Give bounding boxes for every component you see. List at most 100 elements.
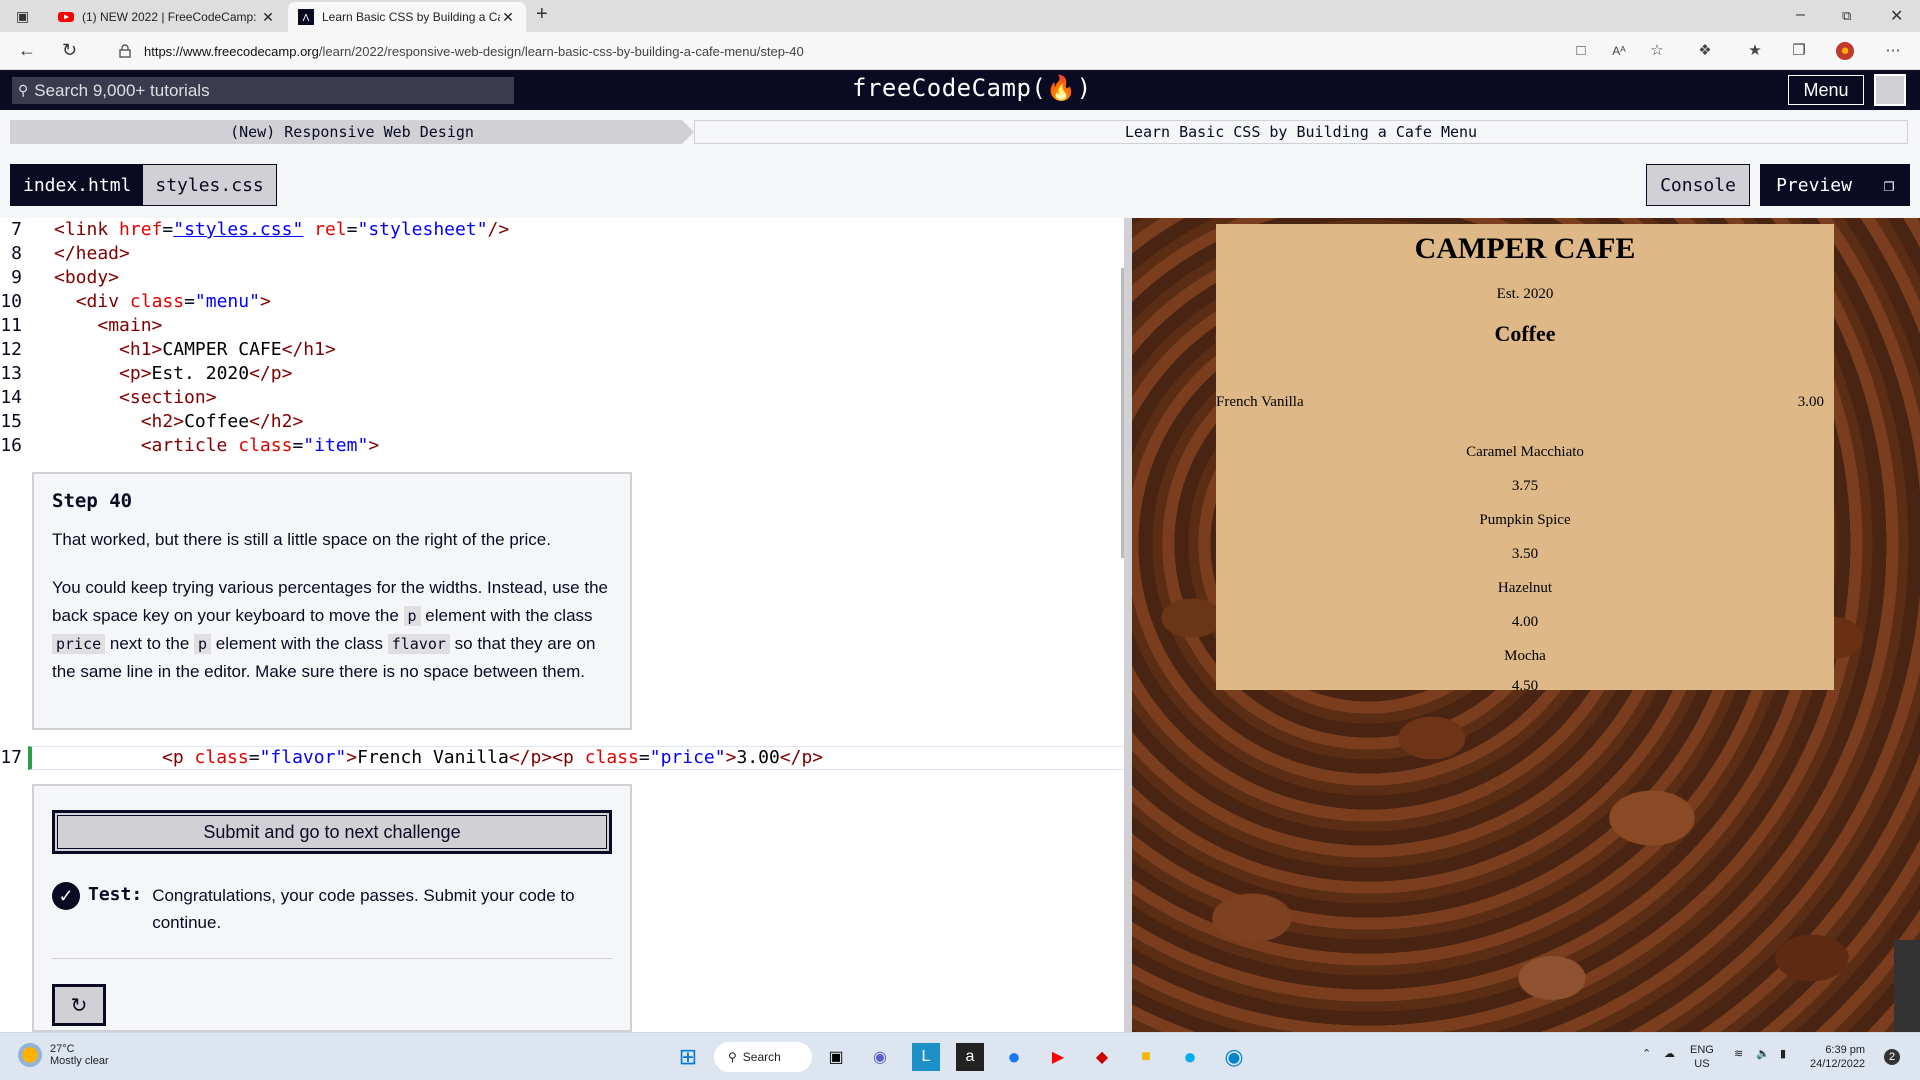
close-tab-icon[interactable]: ✕ [500,9,516,26]
preview-pane: CAMPER CAFE Est. 2020 Coffee French Vani… [1132,218,1920,1032]
menu-price: 4.50 [1511,678,1539,694]
popout-preview-icon[interactable]: ❐ [1868,164,1910,206]
favorite-add-icon[interactable]: ☆ [1648,42,1666,60]
menu-button[interactable]: Menu [1788,75,1864,105]
tray-overflow-icon[interactable]: ⌃ [1642,1047,1651,1061]
task-view-icon[interactable]: ▣ [822,1043,850,1071]
inline-code: price [52,634,106,654]
code-line: 15 <h2>Coffee</h2> [0,411,304,432]
menu-est: Est. 2020 [1496,286,1554,302]
console-button[interactable]: Console [1646,164,1750,206]
back-icon[interactable]: ← [18,40,36,61]
code-line: 9 <body> [11,267,120,288]
preview-button[interactable]: Preview [1760,164,1868,206]
checkmark-icon: ✓ [52,882,80,910]
user-avatar[interactable] [1874,74,1906,106]
browser-tab-fcc[interactable]: Λ Learn Basic CSS by Building a Ca ✕ [288,2,526,32]
favorites-icon[interactable]: ★ [1746,42,1764,60]
refresh-icon[interactable]: ↻ [62,40,77,61]
tab-actions-icon[interactable]: ▣ [16,8,29,25]
search-icon: ⚲ [18,82,29,98]
youtube-icon [58,12,74,22]
menu-price: 4.00 [1511,614,1539,630]
weather-text: Mostly clear [50,1055,109,1067]
code-line: 7 <link href="styles.css" rel="stylesheet… [11,219,510,240]
menu-flavor: Pumpkin Spice [1479,512,1571,528]
volume-icon[interactable]: 🔈 [1756,1047,1770,1061]
breadcrumb-superblock[interactable]: (New) Responsive Web Design [10,120,694,144]
code-line: 10 <div class="menu"> [0,291,271,312]
inline-code: p [403,606,421,626]
wifi-icon[interactable]: ≋ [1734,1047,1743,1061]
weather-widget[interactable]: 27°C Mostly clear [18,1043,109,1067]
restore-icon[interactable]: ⧉ [1842,8,1851,24]
notification-badge[interactable]: 2 [1884,1049,1900,1065]
test-label: Test: [88,884,143,905]
reader-icon[interactable]: □ [1572,42,1590,60]
browser-tab-bar: ▣ (1) NEW 2022 | FreeCodeCamp: L ✕ Λ Lea… [0,0,1920,32]
tab-title: (1) NEW 2022 | FreeCodeCamp: L [82,10,260,24]
tab-index-html[interactable]: index.html [11,165,144,205]
menu-price: 3.50 [1511,546,1539,562]
close-tab-icon[interactable]: ✕ [260,9,276,26]
test-result: ✓ Test: Congratulations, your code passe… [52,882,612,936]
pane-resizer[interactable] [1124,218,1132,1032]
breadcrumb: (New) Responsive Web Design Learn Basic … [0,110,1920,144]
fcc-logo[interactable]: freeCodeCamp(🔥) [852,74,1092,102]
inline-code: p [194,634,212,654]
onedrive-icon[interactable]: ☁ [1664,1047,1675,1061]
code-line: 11 <main> [0,315,163,336]
code-line: 16 <article class="item"> [0,435,380,456]
minimize-icon[interactable]: – [1796,6,1805,24]
battery-icon[interactable]: ▮ [1780,1047,1786,1061]
l-app-icon[interactable]: L [912,1043,940,1071]
clock[interactable]: 6:39 pm 24/12/2022 [1810,1043,1865,1071]
test-panel: Submit and go to next challenge ✓ Test: … [32,784,632,1032]
svg-text:Λ: Λ [303,13,310,24]
step-title: Step 40 [52,490,133,512]
code-line: 13 <p>Est. 2020</p> [0,363,293,384]
url-field[interactable]: https://www.freecodecamp.org/learn/2022/… [114,37,1574,65]
window-close-icon[interactable]: ✕ [1890,6,1903,26]
fcc-navbar: ⚲ Search 9,000+ tutorials freeCodeCamp(🔥… [0,70,1920,110]
step-instructions: You could keep trying various percentage… [52,578,608,681]
step-text: That worked, but there is still a little… [52,530,551,549]
language-indicator[interactable]: ENG US [1690,1043,1714,1071]
new-tab-button[interactable]: + [536,3,548,26]
skype-icon[interactable]: ● [1176,1043,1204,1071]
screenshot-toolbar[interactable] [1894,940,1920,1032]
lock-icon [119,44,131,58]
tab-styles-css[interactable]: styles.css [143,165,276,205]
menu-item: French Vanilla 3.00 [1216,394,1824,410]
read-aloud-icon[interactable]: Aᴬ [1610,42,1628,60]
more-icon[interactable]: ⋯ [1884,42,1902,60]
search-input[interactable]: ⚲ Search 9,000+ tutorials [12,77,514,104]
file-explorer-icon[interactable]: ■ [1132,1043,1160,1071]
weather-icon [18,1043,42,1067]
extensions-icon[interactable]: ❖ [1696,42,1714,60]
youtube-taskbar-icon[interactable]: ▶ [1044,1043,1072,1071]
edge-icon[interactable]: ◉ [1220,1043,1248,1071]
search-icon: ⚲ [728,1050,737,1064]
taskbar-search[interactable]: ⚲ Search [714,1042,812,1072]
submit-button[interactable]: Submit and go to next challenge [52,810,612,854]
amazon-icon[interactable]: a [956,1043,984,1071]
search-placeholder: Search 9,000+ tutorials [34,80,210,100]
code-line-active[interactable]: 17 <p class="flavor">French Vanilla</p><p… [0,746,1124,770]
start-icon[interactable]: ⊞ [674,1043,702,1071]
url-path: /learn/2022/responsive-web-design/learn-… [318,43,804,59]
mcafee-icon[interactable]: ◆ [1088,1043,1116,1071]
teams-icon[interactable]: ◉ [866,1043,894,1071]
profile-avatar[interactable]: ● [1836,42,1854,60]
menu-flavor: Caramel Macchiato [1466,444,1584,460]
facebook-icon[interactable]: ● [1000,1043,1028,1071]
collections-icon[interactable]: ❐ [1790,42,1808,60]
browser-tab-youtube[interactable]: (1) NEW 2022 | FreeCodeCamp: L ✕ [48,2,286,32]
breadcrumb-block[interactable]: Learn Basic CSS by Building a Cafe Menu [694,120,1908,144]
address-bar-row: ← ↻ https://www.freecodecamp.org/learn/2… [0,32,1920,70]
temperature: 27°C [50,1043,75,1055]
code-line: 14 <section> [0,387,217,408]
reset-icon[interactable]: ↻ [52,984,106,1026]
menu-flavor: Hazelnut [1497,580,1553,596]
divider [52,958,612,959]
